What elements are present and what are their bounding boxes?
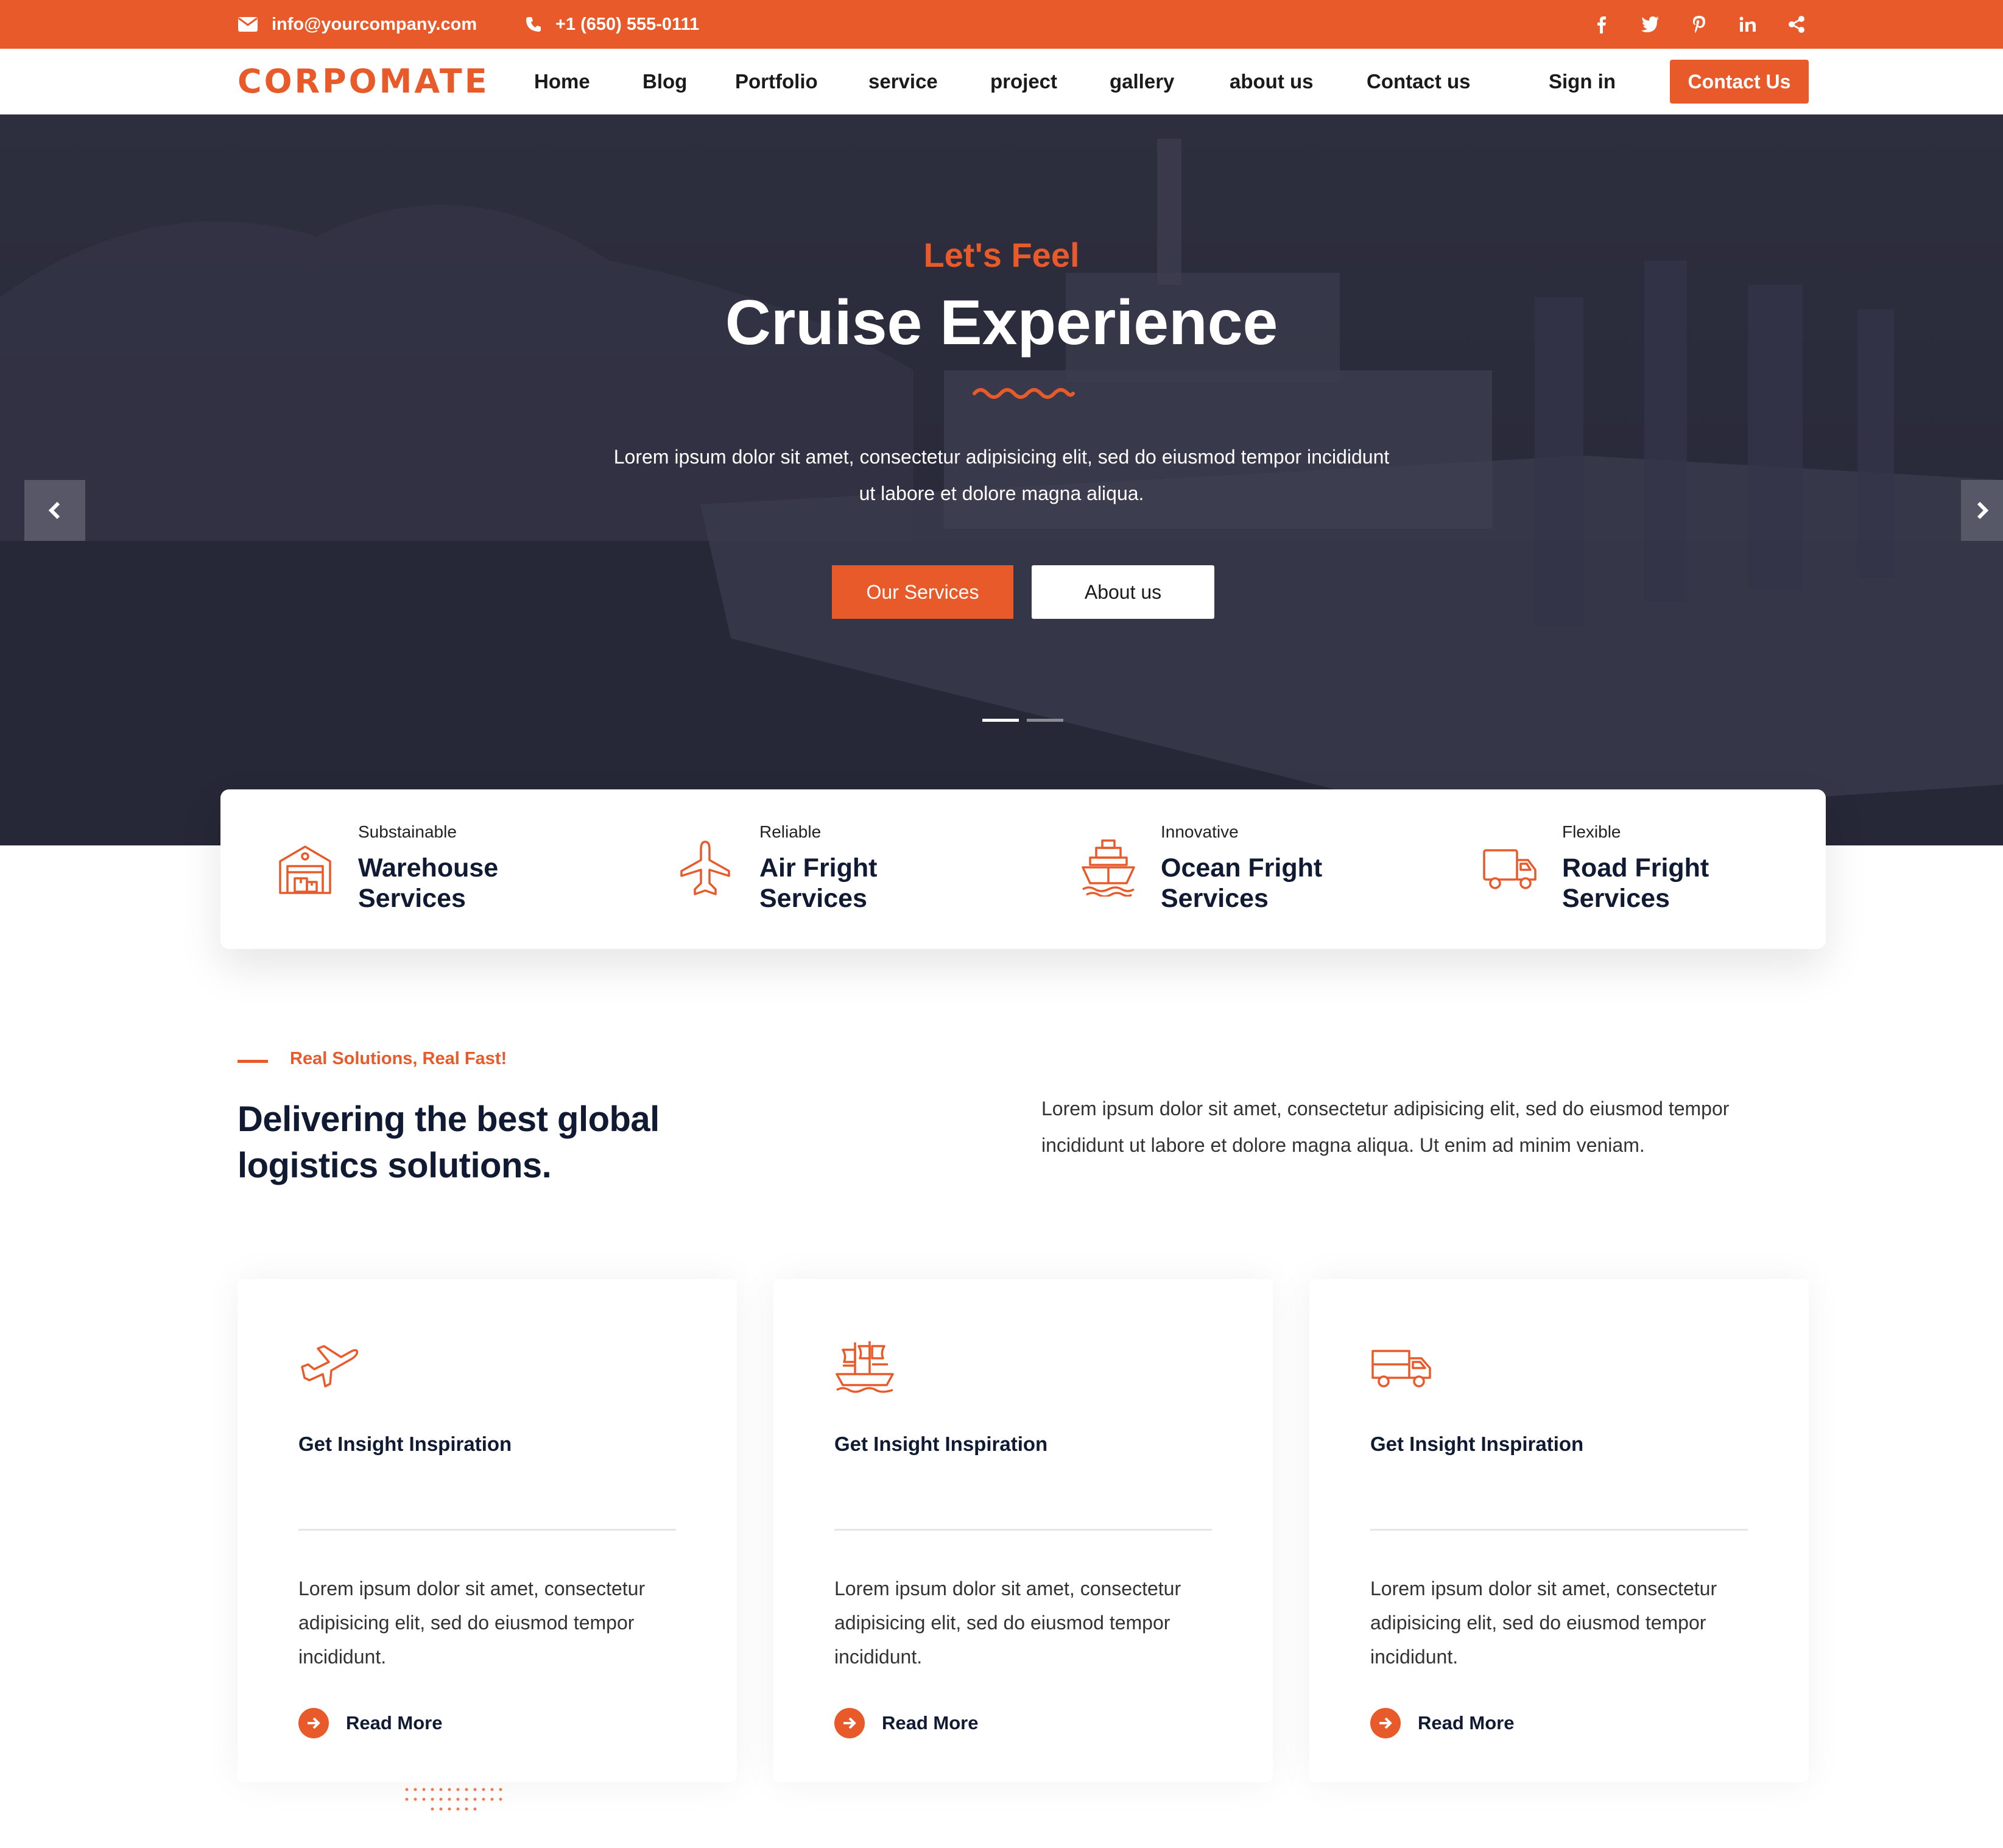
decorative-dots <box>405 1788 502 1811</box>
topbar-email-text: info@yourcompany.com <box>272 14 477 34</box>
feature-label: Flexible <box>1562 822 1621 841</box>
linkedin-icon[interactable] <box>1723 0 1772 49</box>
contact-us-button[interactable]: Contact Us <box>1670 60 1809 104</box>
section-description: Lorem ipsum dolor sit amet, consectetur … <box>1041 1098 1730 1156</box>
arrow-right-icon <box>298 1708 329 1738</box>
read-more-text: Read More <box>346 1712 443 1733</box>
feature-title: Warehouse Services <box>358 853 499 913</box>
read-more-link[interactable]: Read More <box>834 1708 978 1738</box>
feature-label: Substainable <box>358 822 457 841</box>
our-services-button[interactable]: Our Services <box>832 565 1013 619</box>
nav-home[interactable]: Home <box>534 67 590 96</box>
nav-portfolio[interactable]: Portfolio <box>735 67 818 96</box>
social-links <box>1577 0 1821 49</box>
twitter-icon[interactable] <box>1626 0 1675 49</box>
card-divider <box>298 1529 676 1531</box>
section-heading: Delivering the best global logistics sol… <box>238 1099 660 1185</box>
airplane-icon <box>680 841 730 895</box>
nav-gallery[interactable]: gallery <box>1110 67 1174 96</box>
feature-title: Air Fright Services <box>759 853 878 913</box>
read-more-text: Read More <box>882 1712 979 1733</box>
service-card: Get Insight Inspiration Lorem ipsum dolo… <box>1309 1279 1809 1782</box>
section-accent-line <box>238 1060 268 1063</box>
hero-title: Cruise Experience <box>725 287 1278 358</box>
chevron-left-icon <box>48 501 60 520</box>
hero-description: Lorem ipsum dolor sit amet, consectetur … <box>613 446 1390 504</box>
facebook-icon[interactable] <box>1577 0 1626 49</box>
wave-divider-icon <box>973 388 1075 399</box>
hero-eyebrow: Let's Feel <box>923 236 1080 274</box>
slider-dot-1[interactable] <box>982 719 1019 722</box>
truck-icon <box>1483 849 1537 889</box>
main-navbar: CORPOMATE Home Blog Portfolio service pr… <box>0 49 2003 115</box>
sailing-ship-icon <box>836 1341 894 1393</box>
feature-title: Ocean Fright Services <box>1161 853 1323 913</box>
warehouse-icon <box>279 845 331 894</box>
card-text: Lorem ipsum dolor sit amet, consectetur … <box>1370 1578 1717 1668</box>
card-divider <box>834 1529 1212 1531</box>
nav-blog[interactable]: Blog <box>642 67 687 96</box>
section-eyebrow: Real Solutions, Real Fast! <box>290 1049 507 1068</box>
ship-icon <box>1082 839 1135 897</box>
card-title: Get Insight Inspiration <box>298 1433 512 1455</box>
card-title: Get Insight Inspiration <box>1370 1433 1584 1455</box>
service-card: Get Insight Inspiration Lorem ipsum dolo… <box>773 1279 1273 1782</box>
service-card: Get Insight Inspiration Lorem ipsum dolo… <box>238 1279 737 1782</box>
topbar-phone-text: +1 (650) 555-0111 <box>555 14 700 34</box>
pinterest-icon[interactable] <box>1675 0 1723 49</box>
topbar-email[interactable]: info@yourcompany.com <box>238 0 477 49</box>
slider-dot-2[interactable] <box>1027 719 1063 722</box>
card-text: Lorem ipsum dolor sit amet, consectetur … <box>298 1578 646 1668</box>
nav-contact-us[interactable]: Contact us <box>1367 67 1471 96</box>
feature-label: Innovative <box>1161 822 1239 841</box>
read-more-text: Read More <box>1418 1712 1515 1733</box>
arrow-right-icon <box>834 1708 865 1738</box>
chevron-right-icon <box>1977 501 1988 520</box>
read-more-link[interactable]: Read More <box>1370 1708 1514 1738</box>
sign-in-link[interactable]: Sign in <box>1549 67 1616 96</box>
nav-about-us[interactable]: about us <box>1230 67 1314 96</box>
about-us-button[interactable]: About us <box>1032 565 1214 619</box>
feature-title: Road Fright Services <box>1562 853 1709 913</box>
envelope-icon <box>238 17 258 32</box>
nav-service[interactable]: service <box>868 67 938 96</box>
plane-icon <box>301 1345 359 1388</box>
brand-logo[interactable]: CORPOMATE <box>238 62 490 101</box>
nav-project[interactable]: project <box>990 67 1057 96</box>
read-more-link[interactable]: Read More <box>298 1708 442 1738</box>
slider-next-button[interactable] <box>1961 480 2003 541</box>
arrow-right-icon <box>1370 1708 1401 1738</box>
card-divider <box>1370 1529 1748 1531</box>
card-title: Get Insight Inspiration <box>834 1433 1048 1455</box>
phone-icon <box>526 17 541 32</box>
slider-prev-button[interactable] <box>24 480 85 541</box>
delivery-truck-icon <box>1371 1350 1431 1388</box>
share-icon[interactable] <box>1772 0 1821 49</box>
hero-slider: Let's Feel Cruise Experience Lorem ipsum… <box>0 115 2003 845</box>
topbar-phone[interactable]: +1 (650) 555-0111 <box>525 0 699 49</box>
feature-label: Reliable <box>759 822 822 841</box>
top-bar: info@yourcompany.com +1 (650) 555-0111 <box>0 0 2003 49</box>
card-text: Lorem ipsum dolor sit amet, consectetur … <box>834 1578 1181 1668</box>
feature-strip: Substainable Warehouse Services Reliable… <box>220 789 1826 949</box>
